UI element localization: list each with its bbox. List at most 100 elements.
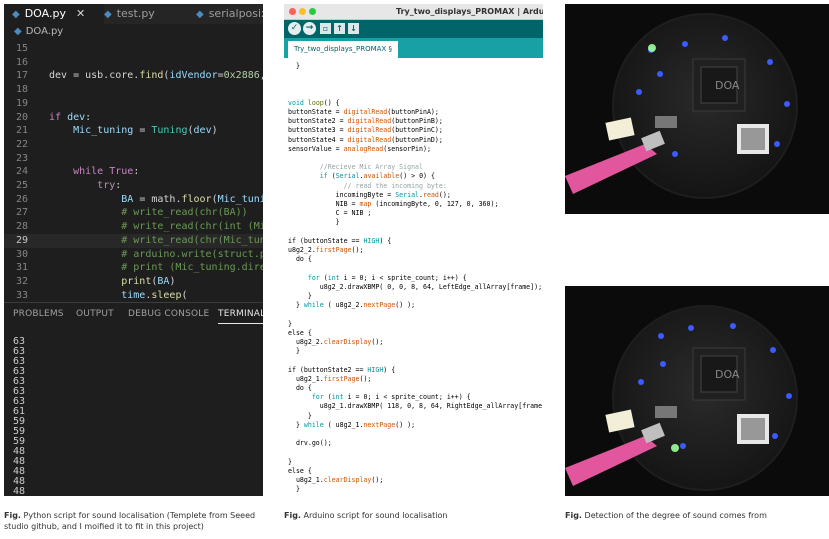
code-text: # write_read(chr(Mic_tunin bbox=[121, 234, 263, 246]
mic-array-board-illustration: DOA bbox=[565, 305, 798, 491]
python-file-icon: ◆ bbox=[104, 9, 112, 20]
code-line: 15 bbox=[4, 42, 263, 56]
line-number: 31 bbox=[15, 262, 28, 274]
sketch-line: } bbox=[288, 347, 300, 356]
panel-tab-bar: PROBLEMS OUTPUT DEBUG CONSOLE TERMINAL bbox=[4, 309, 263, 325]
upload-icon[interactable]: → bbox=[303, 22, 316, 35]
breadcrumb[interactable]: ◆ DOA.py bbox=[4, 24, 263, 40]
code-line: 24 while True: bbox=[4, 165, 263, 179]
sketch-line: drv.go(); bbox=[288, 439, 332, 448]
line-number: 30 bbox=[15, 248, 28, 260]
code-line: 31 # print (Mic_tuning.direct bbox=[4, 261, 263, 275]
tab-debug-console[interactable]: DEBUG CONSOLE bbox=[128, 309, 209, 319]
line-number: 22 bbox=[15, 138, 28, 150]
new-icon[interactable]: ▫ bbox=[320, 23, 331, 34]
window-title: Try_two_displays_PROMAX | Arduino bbox=[396, 7, 543, 16]
arduino-toolbar: ✓ → ▫ ↑ ↓ bbox=[284, 20, 543, 38]
terminal-line: 63 bbox=[13, 386, 26, 397]
terminal-line: 48 bbox=[13, 486, 26, 497]
code-text: # write_read(chr(int (Mic_ bbox=[121, 221, 263, 233]
code-text: dev = usb.core.find(idVendor=0x2886, i bbox=[49, 70, 263, 82]
tab-label: test.py bbox=[116, 7, 155, 20]
close-icon[interactable]: ✕ bbox=[76, 7, 85, 20]
code-text: # write_read(chr(BA)) bbox=[121, 207, 248, 219]
sketch-line: } bbox=[288, 485, 300, 494]
line-number: 33 bbox=[15, 289, 28, 301]
line-number: 29 bbox=[15, 234, 28, 246]
sketch-line: C = NIB ; bbox=[288, 209, 372, 218]
code-text: print(BA) bbox=[121, 275, 176, 287]
sketch-line: sensorValue = analogRead(sensorPin); bbox=[288, 144, 431, 153]
python-file-icon: ◆ bbox=[196, 9, 204, 20]
code-line: 18 bbox=[4, 83, 263, 97]
sketch-line: } while ( u8g2_1.nextPage() ); bbox=[288, 420, 416, 429]
verify-icon[interactable]: ✓ bbox=[288, 22, 301, 35]
code-line: 26 BA = math.floor(Mic_tuning bbox=[4, 193, 263, 207]
green-led bbox=[671, 444, 679, 452]
board-marking: DOA bbox=[715, 368, 740, 381]
code-editor[interactable]: 15 16 17 dev = usb.core.find(idVendor=0x288… bbox=[4, 42, 263, 301]
code-line: 16 bbox=[4, 56, 263, 70]
title-bar: Try_two_displays_PROMAX | Arduino bbox=[284, 4, 543, 20]
code-line: 20 if dev: bbox=[4, 111, 263, 125]
sketch-line: if (buttonState2 == HIGH) { bbox=[288, 365, 396, 374]
tab-serialposix[interactable]: ◆ serialposix. bbox=[188, 4, 263, 24]
code-line: 30 # arduino.write(struct.pac bbox=[4, 248, 263, 262]
tab-terminal[interactable]: TERMINAL bbox=[218, 309, 263, 324]
sketch-line: do { bbox=[288, 255, 312, 264]
sketch-line: } bbox=[288, 62, 300, 70]
open-icon[interactable]: ↑ bbox=[334, 23, 345, 34]
line-number: 19 bbox=[15, 97, 28, 109]
sketch-line: buttonState = digitalRead(buttonPinA); bbox=[288, 108, 439, 116]
tab-output[interactable]: OUTPUT bbox=[76, 309, 114, 319]
code-line: 22 bbox=[4, 138, 263, 152]
code-line: 17 dev = usb.core.find(idVendor=0x2886, i bbox=[4, 69, 263, 83]
mic-array-board-illustration: DOA bbox=[565, 13, 798, 199]
sketch-line: buttonState3 = digitalRead(buttonPinC); bbox=[288, 126, 443, 135]
sketch-line: } while ( u8g2_2.nextPage() ); bbox=[288, 301, 416, 310]
sketch-line: u8g2_2.drawXBMP( 0, 0, 8, 64, LeftEdge_a… bbox=[288, 282, 543, 291]
sketch-line: // read the incoming byte: bbox=[343, 181, 447, 190]
sketch-line: else { bbox=[288, 328, 312, 337]
terminal-line: 63 bbox=[13, 396, 26, 407]
tab-doa-py[interactable]: ◆ DOA.py ✕ bbox=[4, 4, 104, 24]
component bbox=[655, 116, 677, 128]
caption-fig-label: Fig. bbox=[284, 511, 301, 520]
python-file-icon: ◆ bbox=[12, 9, 20, 20]
terminal-line: 48 bbox=[13, 456, 26, 467]
caption-text: Python script for sound localisation (Te… bbox=[4, 511, 256, 531]
terminal-line: 63 bbox=[13, 346, 26, 357]
line-number: 32 bbox=[15, 275, 28, 287]
tab-test-py[interactable]: ◆ test.py bbox=[96, 4, 196, 24]
save-icon[interactable]: ↓ bbox=[348, 23, 359, 34]
python-caption: Fig. Python script for sound localisatio… bbox=[4, 510, 263, 532]
sketch-line: } bbox=[288, 292, 312, 300]
line-number: 28 bbox=[15, 221, 28, 233]
sketch-line: u8g2_1.clearDisplay(); bbox=[288, 476, 384, 484]
breadcrumb-label: DOA.py bbox=[25, 26, 64, 37]
line-number: 16 bbox=[15, 56, 28, 68]
minimize-window-icon[interactable] bbox=[299, 8, 306, 15]
line-number: 20 bbox=[15, 111, 28, 123]
tab-sketch[interactable]: Try_two_displays_PROMAX § bbox=[288, 41, 398, 58]
line-number: 26 bbox=[15, 193, 28, 205]
terminal-line: 61 bbox=[13, 406, 26, 417]
tab-problems[interactable]: PROBLEMS bbox=[13, 309, 64, 319]
terminal-line: 48 bbox=[13, 446, 26, 457]
component bbox=[655, 406, 677, 418]
panel-divider[interactable] bbox=[4, 302, 263, 303]
sketch-line: //Recieve Mic Array Signal bbox=[319, 163, 423, 172]
tab-label: serialposix. bbox=[208, 7, 263, 20]
board-photo-top: DOA bbox=[565, 4, 829, 214]
line-number: 25 bbox=[15, 180, 28, 191]
terminal-output[interactable]: 63 63 63 63 63 63 63 61 59 59 59 48 48 48 48 48 bbox=[13, 337, 253, 497]
close-window-icon[interactable] bbox=[289, 8, 296, 15]
sketch-editor[interactable]: } void loop() {buttonState = digitalRead(… bbox=[284, 62, 543, 496]
line-number: 18 bbox=[15, 84, 28, 96]
editor-tab-bar: ◆ DOA.py ✕ ◆ test.py ◆ serialposix. bbox=[4, 4, 263, 24]
sketch-line: else { bbox=[288, 466, 312, 475]
maximize-window-icon[interactable] bbox=[309, 8, 316, 15]
terminal-line: 63 bbox=[13, 376, 26, 387]
line-number: 23 bbox=[15, 152, 28, 164]
code-text: Mic_tuning = Tuning(dev) bbox=[73, 125, 218, 137]
